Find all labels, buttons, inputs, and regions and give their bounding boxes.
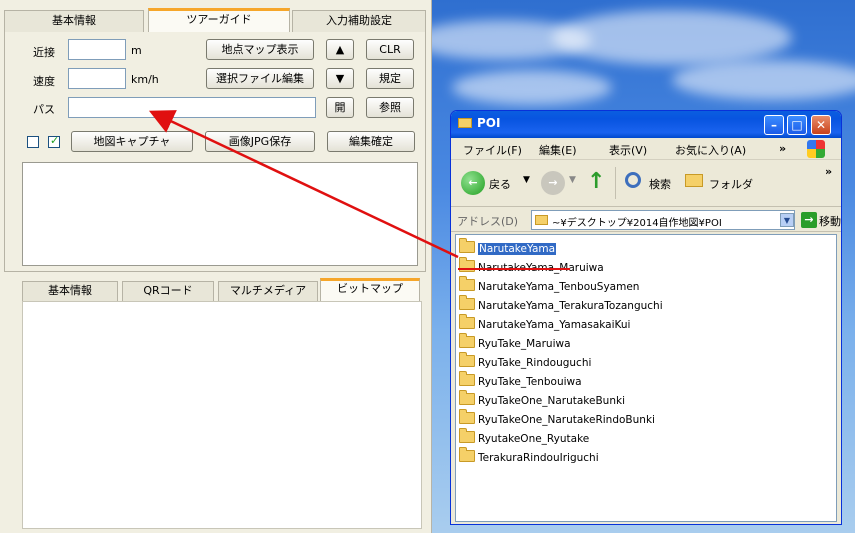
arrow-line (148, 110, 459, 259)
drag-arrow-annotation (148, 110, 459, 259)
